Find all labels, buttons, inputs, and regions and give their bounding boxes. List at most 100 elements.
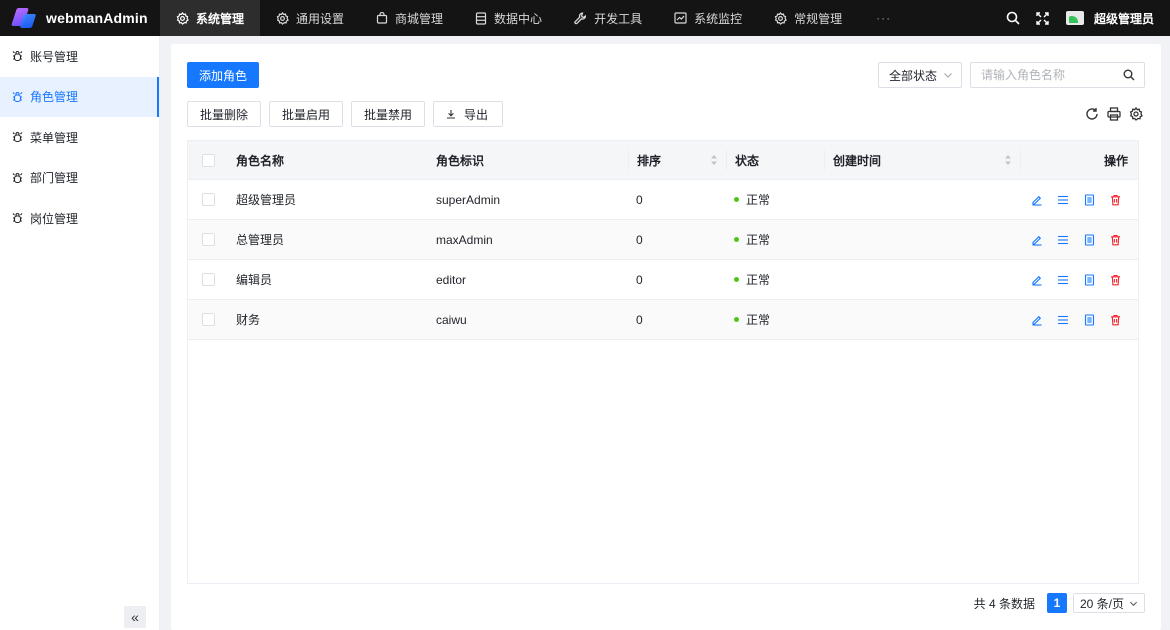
top-nav-item[interactable]: 常规管理: [758, 0, 858, 36]
sort-icon[interactable]: [710, 154, 718, 166]
top-nav-item[interactable]: 系统管理: [160, 0, 261, 36]
status-text: 正常: [746, 273, 771, 287]
list-icon[interactable]: [1050, 230, 1076, 250]
sidebar-item-label: 账号管理: [30, 49, 79, 64]
row-checkbox[interactable]: [201, 193, 215, 206]
header-sort-label: 排序: [637, 153, 662, 168]
edit-icon[interactable]: [1024, 310, 1050, 330]
top-nav-item[interactable]: 商城管理: [360, 0, 459, 36]
document-icon[interactable]: [1076, 230, 1102, 250]
cell-role-code: editor: [436, 272, 467, 287]
sidebar-item-label: 岗位管理: [30, 211, 79, 226]
top-nav-item[interactable]: 通用设置: [260, 0, 360, 36]
document-icon[interactable]: [1076, 190, 1102, 210]
top-nav-more[interactable]: ···: [858, 0, 909, 36]
list-icon[interactable]: [1050, 190, 1076, 210]
pagination-total: 共 4 条数据: [973, 596, 1035, 611]
gear-icon: [176, 11, 196, 25]
table-row[interactable]: 财务 caiwu 0 正常: [188, 300, 1138, 340]
sidebar-item-label: 角色管理: [30, 90, 79, 105]
status-dot: [734, 317, 739, 322]
sidebar-item[interactable]: 账号管理: [0, 36, 159, 77]
header-role-code: 角色标识: [436, 153, 485, 168]
bug-icon: [12, 131, 30, 143]
cell-created-time: [824, 300, 1020, 339]
row-checkbox[interactable]: [201, 273, 215, 286]
table-row[interactable]: 总管理员 maxAdmin 0 正常: [188, 220, 1138, 260]
status-filter-select[interactable]: 全部状态: [878, 62, 962, 88]
status-dot: [734, 197, 739, 202]
page-size-select[interactable]: 20 条/页: [1073, 593, 1145, 613]
edit-icon[interactable]: [1024, 190, 1050, 210]
list-icon[interactable]: [1050, 270, 1076, 290]
bug-icon: [12, 50, 30, 62]
export-button[interactable]: 导出: [433, 101, 504, 127]
edit-icon[interactable]: [1024, 270, 1050, 290]
cell-role-name: 总管理员: [236, 233, 285, 247]
batch-delete-button[interactable]: 批量删除: [187, 101, 262, 127]
logo-icon: [11, 6, 37, 30]
top-nav-item[interactable]: 开发工具: [558, 0, 658, 36]
cell-sort: 0: [636, 312, 643, 327]
header-sort[interactable]: 排序: [628, 150, 726, 170]
delete-icon[interactable]: [1102, 230, 1128, 250]
top-nav-item[interactable]: 系统监控: [658, 0, 758, 36]
select-all-checkbox-cell: [188, 141, 228, 179]
document-icon[interactable]: [1076, 270, 1102, 290]
table-row[interactable]: 编辑员 editor 0 正常: [188, 260, 1138, 300]
avatar[interactable]: [1065, 11, 1084, 25]
bug-icon: [12, 172, 30, 184]
delete-icon[interactable]: [1102, 190, 1128, 210]
print-icon[interactable]: [1103, 105, 1125, 123]
select-all-checkbox[interactable]: [201, 153, 215, 167]
collapse-sidebar-button[interactable]: «: [124, 606, 146, 628]
delete-icon[interactable]: [1102, 310, 1128, 330]
add-role-button[interactable]: 添加角色: [187, 62, 259, 88]
export-label: 导出: [464, 107, 489, 122]
row-checkbox-cell: [188, 300, 228, 339]
settings-icon[interactable]: [1125, 105, 1147, 123]
batch-enable-button[interactable]: 批量启用: [269, 101, 344, 127]
table-tools: [1081, 105, 1147, 123]
header-created-time-label: 创建时间: [833, 153, 882, 168]
shopping-bag-icon: [376, 12, 395, 24]
role-name-search-input[interactable]: [971, 63, 1111, 87]
cell-sort: 0: [636, 192, 643, 207]
delete-icon[interactable]: [1102, 270, 1128, 290]
cell-status: 正常: [726, 220, 824, 259]
sidebar-item[interactable]: 角色管理: [0, 76, 159, 117]
header-role-name: 角色名称: [236, 153, 285, 168]
brand-name: webmanAdmin: [46, 10, 148, 26]
batch-disable-button[interactable]: 批量禁用: [351, 101, 426, 127]
chart-icon: [674, 12, 694, 24]
top-nav-item-label: 商城管理: [395, 11, 444, 26]
table-row[interactable]: 超级管理员 superAdmin 0 正常: [188, 180, 1138, 220]
roles-table: 角色名称 角色标识 排序 状态 创建时间 操作 超级管理员 superAdmin 0…: [187, 140, 1139, 584]
cell-role-name: 财务: [236, 313, 261, 327]
top-nav-item[interactable]: 数据中心: [459, 0, 558, 36]
header-created-time[interactable]: 创建时间: [824, 150, 1020, 170]
search-icon[interactable]: [998, 0, 1028, 36]
document-icon[interactable]: [1076, 310, 1102, 330]
list-icon[interactable]: [1050, 310, 1076, 330]
cell-actions: [1020, 300, 1138, 339]
top-nav-item-label: 通用设置: [296, 11, 345, 26]
content-card: 添加角色 全部状态 批量删除 批量启用 批量禁用 导出 角色名称 角色标识: [171, 44, 1161, 630]
fullscreen-icon[interactable]: [1028, 0, 1058, 36]
cell-actions: [1020, 180, 1138, 219]
refresh-icon[interactable]: [1081, 105, 1103, 123]
header-status: 状态: [726, 150, 824, 170]
search-icon[interactable]: [1123, 69, 1135, 81]
page-number-button[interactable]: 1: [1047, 593, 1067, 613]
status-filter-value: 全部状态: [889, 68, 938, 83]
row-checkbox[interactable]: [201, 233, 215, 246]
brand[interactable]: webmanAdmin: [0, 0, 160, 36]
row-checkbox[interactable]: [201, 313, 215, 326]
sidebar-item[interactable]: 部门管理: [0, 158, 159, 199]
sort-icon[interactable]: [1004, 154, 1012, 166]
username[interactable]: 超级管理员: [1094, 10, 1154, 27]
edit-icon[interactable]: [1024, 230, 1050, 250]
sidebar-item[interactable]: 岗位管理: [0, 198, 159, 239]
sidebar-item[interactable]: 菜单管理: [0, 117, 159, 158]
row-checkbox-cell: [188, 180, 228, 219]
